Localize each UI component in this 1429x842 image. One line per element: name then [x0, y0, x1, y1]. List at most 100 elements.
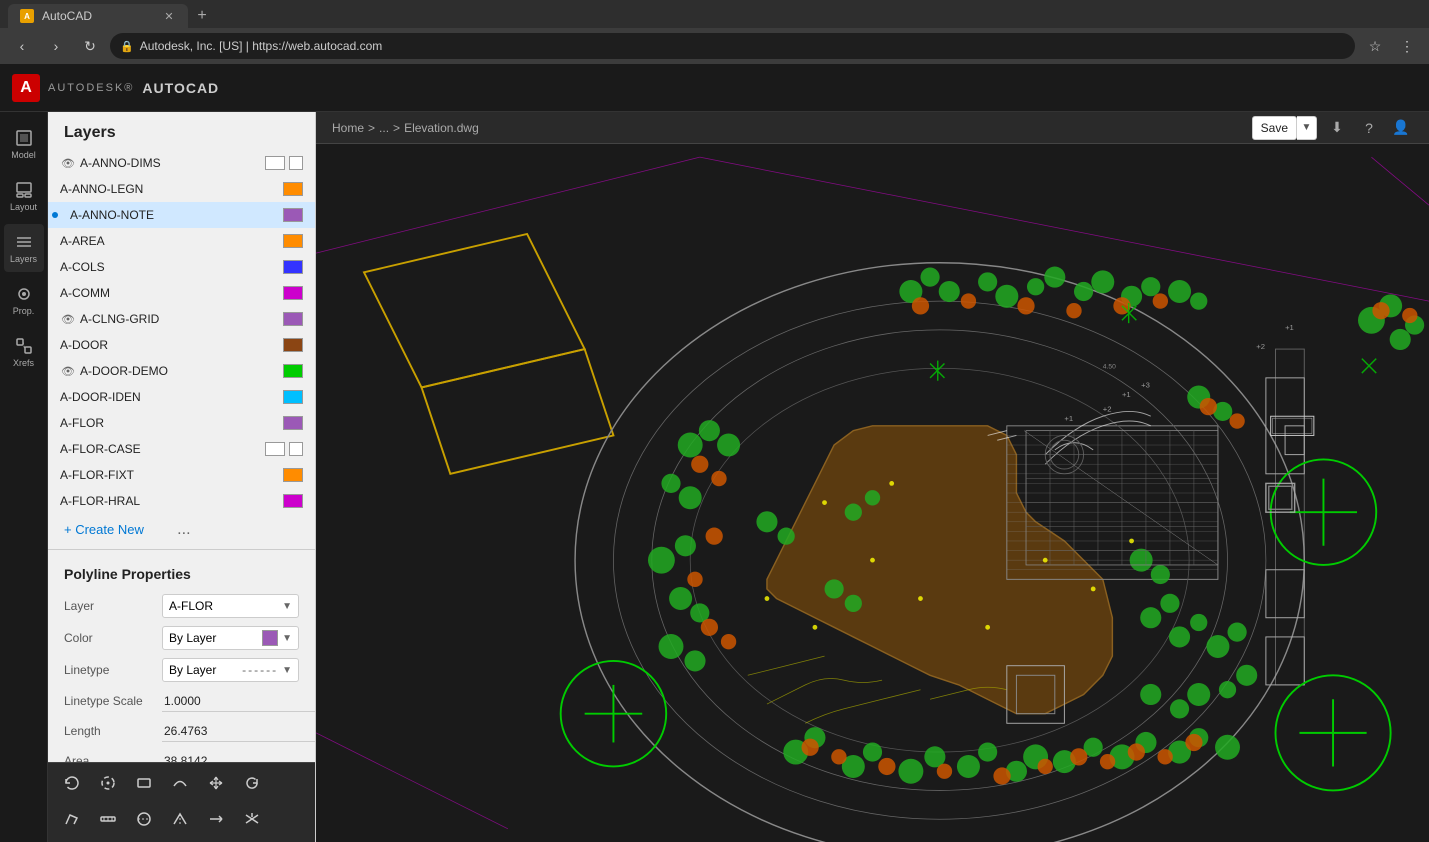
new-tab-button[interactable]: +: [188, 4, 216, 28]
back-button[interactable]: ‹: [8, 32, 36, 60]
refresh-button[interactable]: ↻: [76, 32, 104, 60]
breadcrumb-sep1: >: [368, 121, 375, 135]
layer-color-clng-grid: [283, 312, 303, 326]
autodesk-brand-label: AUTODESK®: [48, 82, 134, 94]
layer-item-door[interactable]: A-DOOR: [48, 332, 315, 358]
polyline-tool-button[interactable]: [56, 803, 88, 835]
url-display: Autodesk, Inc. [US] | https://web.autoca…: [140, 39, 383, 53]
layer-color-cols: [283, 260, 303, 274]
arc-tool-button[interactable]: [92, 767, 124, 799]
layer-color-anno-note: [283, 208, 303, 222]
layer-item-clng-grid[interactable]: 👁 A-CLNG-GRID: [48, 306, 315, 332]
layer-item-flor-hral[interactable]: A-FLOR-HRAL: [48, 488, 315, 514]
prop-row-length: Length: [64, 720, 299, 742]
breadcrumb-ellipsis[interactable]: ...: [379, 121, 389, 135]
prop-row-color: Color By Layer ▼: [64, 626, 299, 650]
move-tool-button[interactable]: [200, 767, 232, 799]
trim-tool-button[interactable]: [236, 803, 268, 835]
sidebar-item-xrefs[interactable]: Xrefs: [4, 328, 44, 376]
eye-icon-clng-grid: 👁: [60, 311, 76, 327]
linetype-dash-preview: ------: [242, 663, 278, 677]
layer-checkbox-anno-dims[interactable]: [289, 156, 303, 170]
active-tab[interactable]: A AutoCAD ✕: [8, 4, 188, 28]
layer-item-door-iden[interactable]: A-DOOR-IDEN: [48, 384, 315, 410]
layer-color-comm: [283, 286, 303, 300]
breadcrumb-home[interactable]: Home: [332, 121, 364, 135]
xrefs-icon: [14, 336, 34, 356]
autocad-header: A AUTODESK® AUTOCAD: [0, 64, 1429, 112]
layer-item-anno-legn[interactable]: A-ANNO-LEGN: [48, 176, 315, 202]
rectangle-tool-button[interactable]: [128, 767, 160, 799]
props-icon: [14, 284, 34, 304]
user-button[interactable]: 👤: [1389, 116, 1413, 140]
layer-item-anno-note[interactable]: A-ANNO-NOTE: [48, 202, 315, 228]
curve-tool-button[interactable]: [164, 767, 196, 799]
layer-item-flor-case[interactable]: A-FLOR-CASE: [48, 436, 315, 462]
layout-label: Layout: [10, 202, 37, 212]
area-input[interactable]: [162, 750, 315, 762]
layer-color-door-demo: [283, 364, 303, 378]
layer-item-cols[interactable]: A-COLS: [48, 254, 315, 280]
autocad-logo-area: A AUTODESK® AUTOCAD: [12, 74, 219, 102]
svg-text:+1: +1: [1122, 390, 1131, 399]
layer-item-area[interactable]: A-AREA: [48, 228, 315, 254]
extend-tool-button[interactable]: [200, 803, 232, 835]
breadcrumb: Home > ... > Elevation.dwg: [332, 121, 479, 135]
linetype-select-arrow-icon: ▼: [282, 665, 292, 676]
layer-item-door-demo[interactable]: 👁 A-DOOR-DEMO: [48, 358, 315, 384]
save-dropdown-button[interactable]: ▼: [1297, 116, 1317, 140]
layer-item-anno-dims[interactable]: 👁 A-ANNO-DIMS: [48, 150, 315, 176]
bookmark-button[interactable]: ☆: [1361, 32, 1389, 60]
layers-icon: [14, 232, 34, 252]
layer-item-flor[interactable]: A-FLOR: [48, 410, 315, 436]
menu-button[interactable]: ⋮: [1393, 32, 1421, 60]
length-input[interactable]: [162, 720, 315, 742]
layer-color-area: [283, 234, 303, 248]
mirror-tool-button[interactable]: [164, 803, 196, 835]
prop-row-layer: Layer A-FLOR ▼: [64, 594, 299, 618]
layer-color-flor-hral: [283, 494, 303, 508]
autocad-logo-icon: A: [12, 74, 40, 102]
circle-tool-button[interactable]: [128, 803, 160, 835]
address-bar[interactable]: 🔒 Autodesk, Inc. [US] | https://web.auto…: [110, 33, 1355, 59]
undo-tool-button[interactable]: [56, 767, 88, 799]
sidebar-item-layout[interactable]: Layout: [4, 172, 44, 220]
layer-checkbox-flor-case[interactable]: [289, 442, 303, 456]
app-sidebar: Model Layout Layers: [0, 112, 48, 842]
sidebar-item-props[interactable]: Prop.: [4, 276, 44, 324]
breadcrumb-sep2: >: [393, 121, 400, 135]
measure-tool-button[interactable]: [92, 803, 124, 835]
color-swatch: [262, 630, 278, 646]
tab-close-button[interactable]: ✕: [162, 9, 176, 23]
download-button[interactable]: ⬇: [1325, 116, 1349, 140]
more-options-button[interactable]: ...: [168, 520, 200, 540]
save-button[interactable]: Save: [1252, 116, 1297, 140]
layout-icon: [14, 180, 34, 200]
rotate-tool-button[interactable]: [236, 767, 268, 799]
main-canvas: Home > ... > Elevation.dwg Save ▼ ⬇ ? 👤: [316, 112, 1429, 842]
forward-button[interactable]: ›: [42, 32, 70, 60]
layer-color-flor-case: [265, 442, 285, 456]
xrefs-label: Xrefs: [13, 358, 34, 368]
layer-item-flor-fixt[interactable]: A-FLOR-FIXT: [48, 462, 315, 488]
layer-color-flor-fixt: [283, 468, 303, 482]
color-select[interactable]: By Layer ▼: [162, 626, 299, 650]
sidebar-item-model[interactable]: Model: [4, 120, 44, 168]
linetype-scale-input[interactable]: [162, 690, 315, 712]
linetype-scale-label: Linetype Scale: [64, 694, 154, 708]
color-label: Color: [64, 631, 154, 645]
app-container: Model Layout Layers: [0, 112, 1429, 842]
eye-icon-anno-dims: 👁: [60, 155, 76, 171]
toolbar-row-2: [56, 803, 307, 835]
layer-color-flor: [283, 416, 303, 430]
create-new-button[interactable]: + Create New: [48, 514, 160, 545]
help-button[interactable]: ?: [1357, 116, 1381, 140]
linetype-select[interactable]: By Layer ------ ▼: [162, 658, 299, 682]
cad-drawing-canvas[interactable]: +1 +2 +1 +3 +2 +1 4.50: [316, 144, 1429, 842]
layer-select[interactable]: A-FLOR ▼: [162, 594, 299, 618]
svg-text:+2: +2: [1103, 404, 1112, 413]
layer-item-comm[interactable]: A-COMM: [48, 280, 315, 306]
toolbar-row-1: [56, 767, 307, 799]
browser-tabs: A AutoCAD ✕ +: [0, 0, 1429, 28]
sidebar-item-layers[interactable]: Layers: [4, 224, 44, 272]
